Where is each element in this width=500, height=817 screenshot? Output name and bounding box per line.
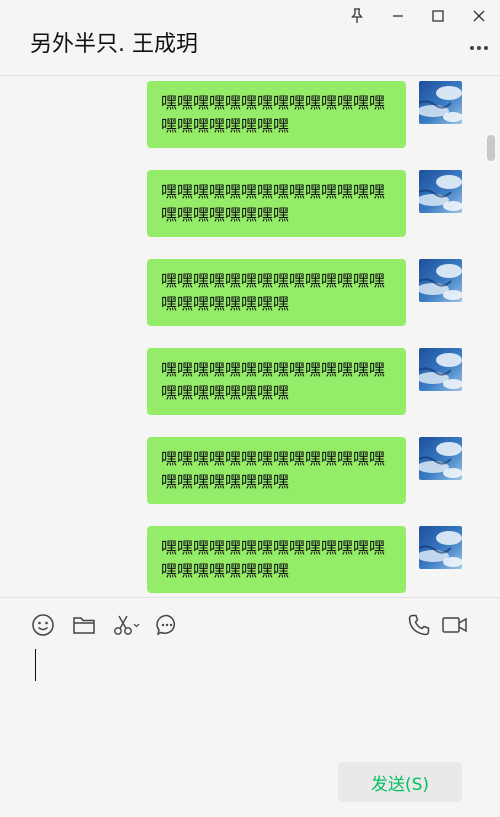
message-row: 嘿嘿嘿嘿嘿嘿嘿嘿嘿嘿嘿嘿嘿嘿嘿嘿嘿嘿嘿嘿嘿嘿 <box>0 433 500 522</box>
close-icon[interactable] <box>467 4 491 28</box>
avatar[interactable] <box>419 348 462 391</box>
message-row: 嘿嘿嘿嘿嘿嘿嘿嘿嘿嘿嘿嘿嘿嘿嘿嘿嘿嘿嘿嘿嘿嘿 <box>0 344 500 433</box>
message-row: 嘿嘿嘿嘿嘿嘿嘿嘿嘿嘿嘿嘿嘿嘿嘿嘿嘿嘿嘿嘿嘿嘿 <box>0 255 500 344</box>
divider <box>0 597 500 598</box>
scissors-icon[interactable] <box>112 612 142 638</box>
avatar[interactable] <box>419 81 462 124</box>
avatar[interactable] <box>419 437 462 480</box>
scrollbar[interactable] <box>487 135 495 161</box>
message-bubble[interactable]: 嘿嘿嘿嘿嘿嘿嘿嘿嘿嘿嘿嘿嘿嘿嘿嘿嘿嘿嘿嘿嘿嘿 <box>147 259 406 326</box>
chat-window: 另外半只. 王成玥 嘿嘿嘿嘿嘿嘿嘿嘿嘿嘿嘿嘿嘿嘿嘿嘿嘿嘿嘿嘿嘿嘿 嘿嘿嘿嘿嘿嘿嘿嘿… <box>0 0 500 817</box>
message-input[interactable] <box>30 645 470 745</box>
phone-icon[interactable] <box>406 612 432 638</box>
maximize-icon[interactable] <box>426 4 450 28</box>
message-bubble[interactable]: 嘿嘿嘿嘿嘿嘿嘿嘿嘿嘿嘿嘿嘿嘿嘿嘿嘿嘿嘿嘿嘿嘿 <box>147 81 406 148</box>
message-row: 嘿嘿嘿嘿嘿嘿嘿嘿嘿嘿嘿嘿嘿嘿嘿嘿嘿嘿嘿嘿嘿嘿 <box>0 77 500 166</box>
folder-icon[interactable] <box>71 612 97 638</box>
message-row: 嘿嘿嘿嘿嘿嘿嘿嘿嘿嘿嘿嘿嘿嘿嘿嘿嘿嘿嘿嘿嘿嘿 <box>0 522 500 597</box>
more-icon[interactable] <box>468 40 490 56</box>
minimize-icon[interactable] <box>386 4 410 28</box>
avatar[interactable] <box>419 170 462 213</box>
text-cursor <box>35 649 36 681</box>
pin-icon[interactable] <box>345 4 369 28</box>
message-bubble[interactable]: 嘿嘿嘿嘿嘿嘿嘿嘿嘿嘿嘿嘿嘿嘿嘿嘿嘿嘿嘿嘿嘿嘿 <box>147 348 406 415</box>
message-bubble[interactable]: 嘿嘿嘿嘿嘿嘿嘿嘿嘿嘿嘿嘿嘿嘿嘿嘿嘿嘿嘿嘿嘿嘿 <box>147 437 406 504</box>
chat-history-icon[interactable] <box>154 612 180 638</box>
chat-title: 另外半只. 王成玥 <box>30 32 198 57</box>
message-list[interactable]: 嘿嘿嘿嘿嘿嘿嘿嘿嘿嘿嘿嘿嘿嘿嘿嘿嘿嘿嘿嘿嘿嘿 嘿嘿嘿嘿嘿嘿嘿嘿嘿嘿嘿嘿嘿嘿嘿嘿嘿嘿… <box>0 77 500 597</box>
chat-header: 另外半只. 王成玥 <box>0 0 500 76</box>
emoji-icon[interactable] <box>30 612 56 638</box>
avatar[interactable] <box>419 259 462 302</box>
message-bubble[interactable]: 嘿嘿嘿嘿嘿嘿嘿嘿嘿嘿嘿嘿嘿嘿嘿嘿嘿嘿嘿嘿嘿嘿 <box>147 170 406 237</box>
message-bubble[interactable]: 嘿嘿嘿嘿嘿嘿嘿嘿嘿嘿嘿嘿嘿嘿嘿嘿嘿嘿嘿嘿嘿嘿 <box>147 526 406 593</box>
send-button[interactable]: 发送(S) <box>338 762 462 802</box>
message-row: 嘿嘿嘿嘿嘿嘿嘿嘿嘿嘿嘿嘿嘿嘿嘿嘿嘿嘿嘿嘿嘿嘿 <box>0 166 500 255</box>
avatar[interactable] <box>419 526 462 569</box>
video-call-icon[interactable] <box>441 612 469 638</box>
